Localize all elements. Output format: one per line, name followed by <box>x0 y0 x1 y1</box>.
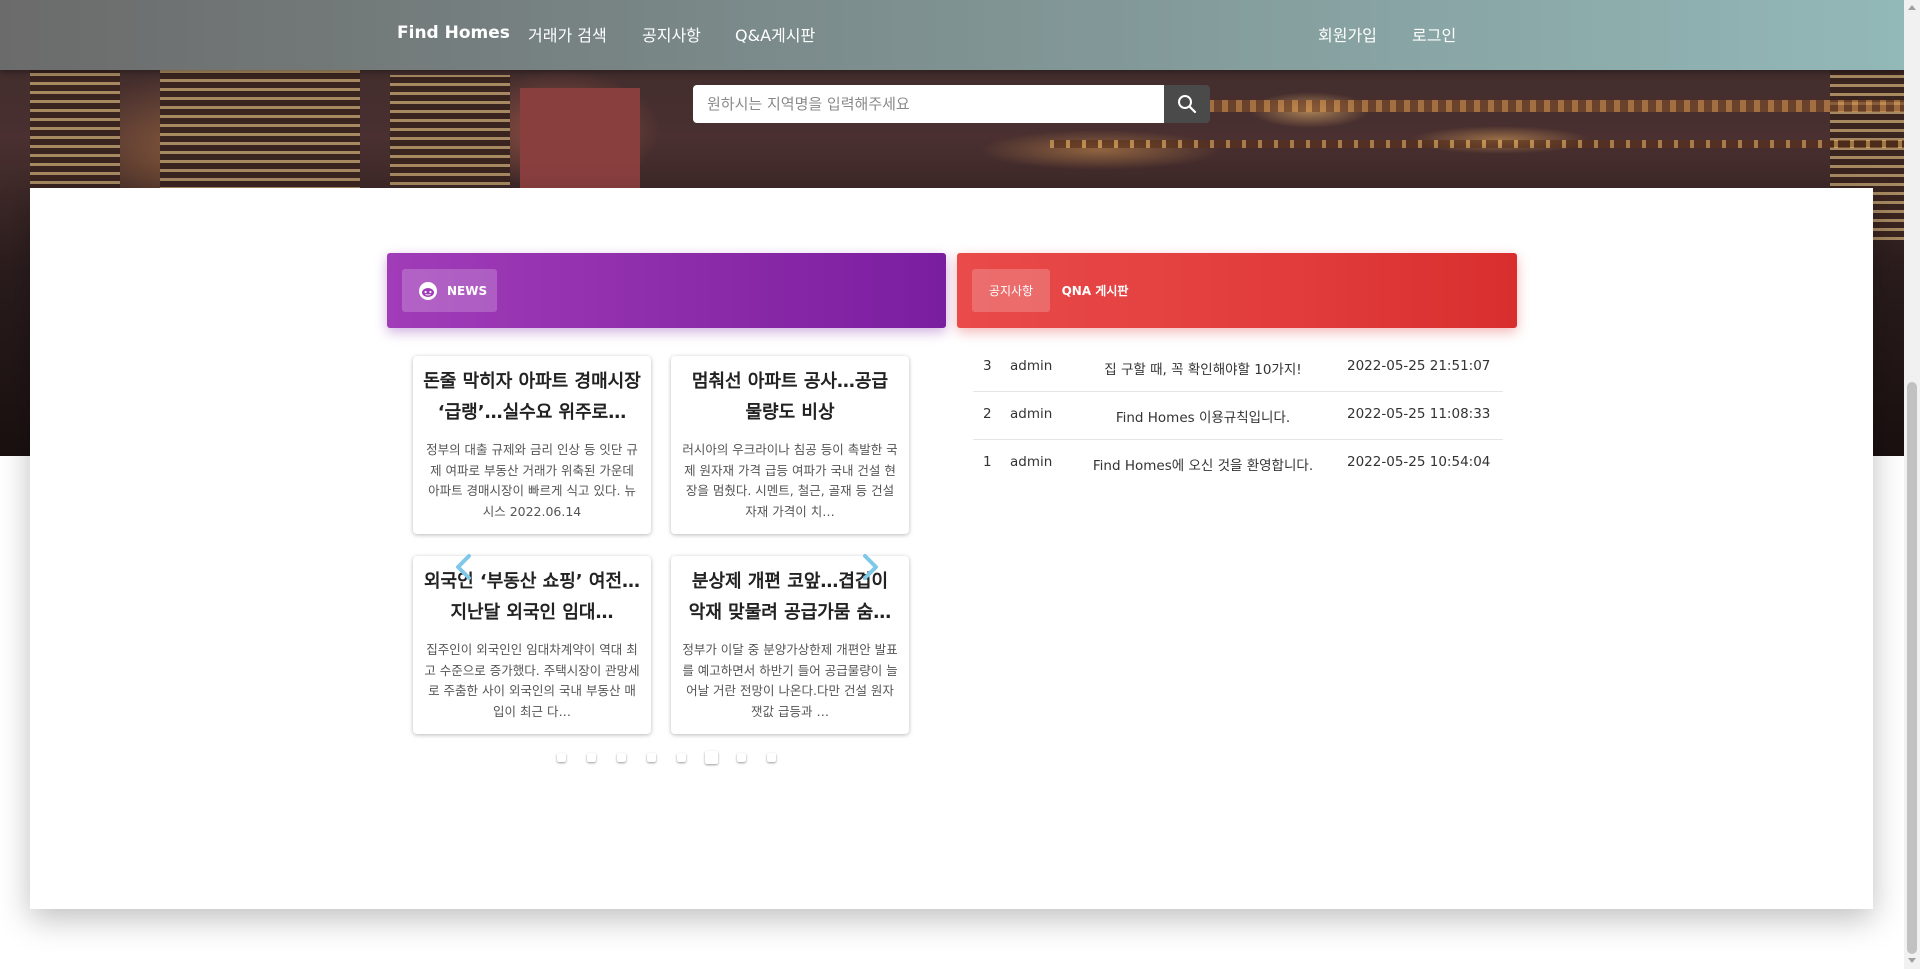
carousel-dot[interactable] <box>737 753 746 762</box>
nav-link-qna[interactable]: Q&A게시판 <box>735 22 815 46</box>
board-row-writer: admin <box>1010 358 1053 374</box>
carousel-dot[interactable] <box>617 753 626 762</box>
tab-news-label: NEWS <box>447 283 488 298</box>
search-bar <box>693 85 1210 123</box>
tab-news[interactable]: NEWS <box>402 269 497 312</box>
carousel-dot[interactable] <box>767 753 776 762</box>
carousel-dot[interactable] <box>677 753 686 762</box>
main-content-card <box>30 188 1873 909</box>
board-row-date: 2022-05-25 21:51:07 <box>1347 358 1491 374</box>
login-link[interactable]: 로그인 <box>1412 22 1456 46</box>
page-scrollbar[interactable] <box>1904 0 1920 969</box>
news-card-summary: 정부의 대출 규제와 금리 인상 등 잇단 규제 여파로 부동산 거래가 위축된… <box>426 442 638 519</box>
navbar: Find Homes 거래가 검색 공지사항 Q&A게시판 회원가입 로그인 <box>0 0 1904 70</box>
news-card-title: 멈춰선 아파트 공사…공급 물량도 비상 <box>691 371 889 423</box>
carousel-dot-active[interactable] <box>705 751 718 764</box>
board-row[interactable]: 1 admin Find Homes에 오신 것을 환영합니다. 2022-05… <box>973 440 1503 487</box>
board-row-number: 1 <box>983 454 992 470</box>
signup-link[interactable]: 회원가입 <box>1318 22 1377 46</box>
news-card[interactable]: 외국인 ‘부동산 쇼핑’ 여전…지난달 외국인 임대… 집주인이 외국인인 임대… <box>413 556 651 734</box>
news-card[interactable]: 멈춰선 아파트 공사…공급 물량도 비상 러시아의 우크라이나 침공 등이 촉발… <box>671 356 909 534</box>
news-panel-header: NEWS <box>387 253 946 328</box>
board-row-title[interactable]: 집 구할 때, 꼭 확인해야할 10가지! <box>1073 358 1333 378</box>
reddit-alien-icon <box>419 281 437 300</box>
scroll-down-arrow-icon[interactable] <box>1908 958 1916 963</box>
news-card[interactable]: 분상제 개편 코앞…겹겹이 악재 맞물려 공급가뭄 숨… 정부가 이달 중 분양… <box>671 556 909 734</box>
board-row[interactable]: 2 admin Find Homes 이용규칙입니다. 2022-05-25 1… <box>973 392 1503 440</box>
news-card-summary: 러시아의 우크라이나 침공 등이 촉발한 국제 원자재 가격 급등 여파가 국내… <box>682 442 898 519</box>
search-icon <box>1178 95 1197 114</box>
bridge-lights <box>1050 140 1904 148</box>
chevron-right-icon <box>863 554 878 580</box>
building-image <box>390 75 510 185</box>
news-card-summary: 집주인이 외국인인 임대차계약이 역대 최고 수준으로 증가했다. 주택시장이 … <box>424 642 640 719</box>
carousel-prev-button[interactable] <box>452 553 476 581</box>
brand-logo-link[interactable]: Find Homes <box>397 23 510 43</box>
scrollbar-thumb[interactable] <box>1907 382 1917 954</box>
carousel-next-button[interactable] <box>858 553 882 581</box>
carousel-dot[interactable] <box>587 753 596 762</box>
board-row-date: 2022-05-25 10:54:04 <box>1347 454 1491 470</box>
board-row-writer: admin <box>1010 406 1053 422</box>
building-image <box>520 88 640 188</box>
board-row-writer: admin <box>1010 454 1053 470</box>
board-row[interactable]: 3 admin 집 구할 때, 꼭 확인해야할 10가지! 2022-05-25… <box>973 344 1503 392</box>
board-row-title[interactable]: Find Homes에 오신 것을 환영합니다. <box>1073 454 1333 474</box>
tab-notice[interactable]: 공지사항 <box>972 269 1050 312</box>
nav-link-price-search[interactable]: 거래가 검색 <box>528 22 607 46</box>
scroll-up-arrow-icon[interactable] <box>1908 5 1916 10</box>
tab-qna[interactable]: QNA 게시판 <box>1055 269 1135 312</box>
news-card-title: 돈줄 막히자 아파트 경매시장 ‘급랭’…실수요 위주로… <box>423 371 641 423</box>
news-card-summary: 정부가 이달 중 분양가상한제 개편안 발표를 예고하면서 하반기 들어 공급물… <box>682 642 898 719</box>
board-row-number: 2 <box>983 406 992 422</box>
news-card[interactable]: 돈줄 막히자 아파트 경매시장 ‘급랭’…실수요 위주로… 정부의 대출 규제와… <box>413 356 651 534</box>
building-image <box>160 70 360 190</box>
search-input[interactable] <box>693 85 1164 123</box>
nav-link-notice[interactable]: 공지사항 <box>642 22 701 46</box>
carousel-dot[interactable] <box>647 753 656 762</box>
search-button[interactable] <box>1164 85 1210 123</box>
carousel-dot[interactable] <box>557 753 566 762</box>
board-row-date: 2022-05-25 11:08:33 <box>1347 406 1491 422</box>
board-panel-header: 공지사항 QNA 게시판 <box>957 253 1517 328</box>
board-row-number: 3 <box>983 358 992 374</box>
chevron-left-icon <box>456 554 471 580</box>
board-row-title[interactable]: Find Homes 이용규칙입니다. <box>1073 406 1333 426</box>
